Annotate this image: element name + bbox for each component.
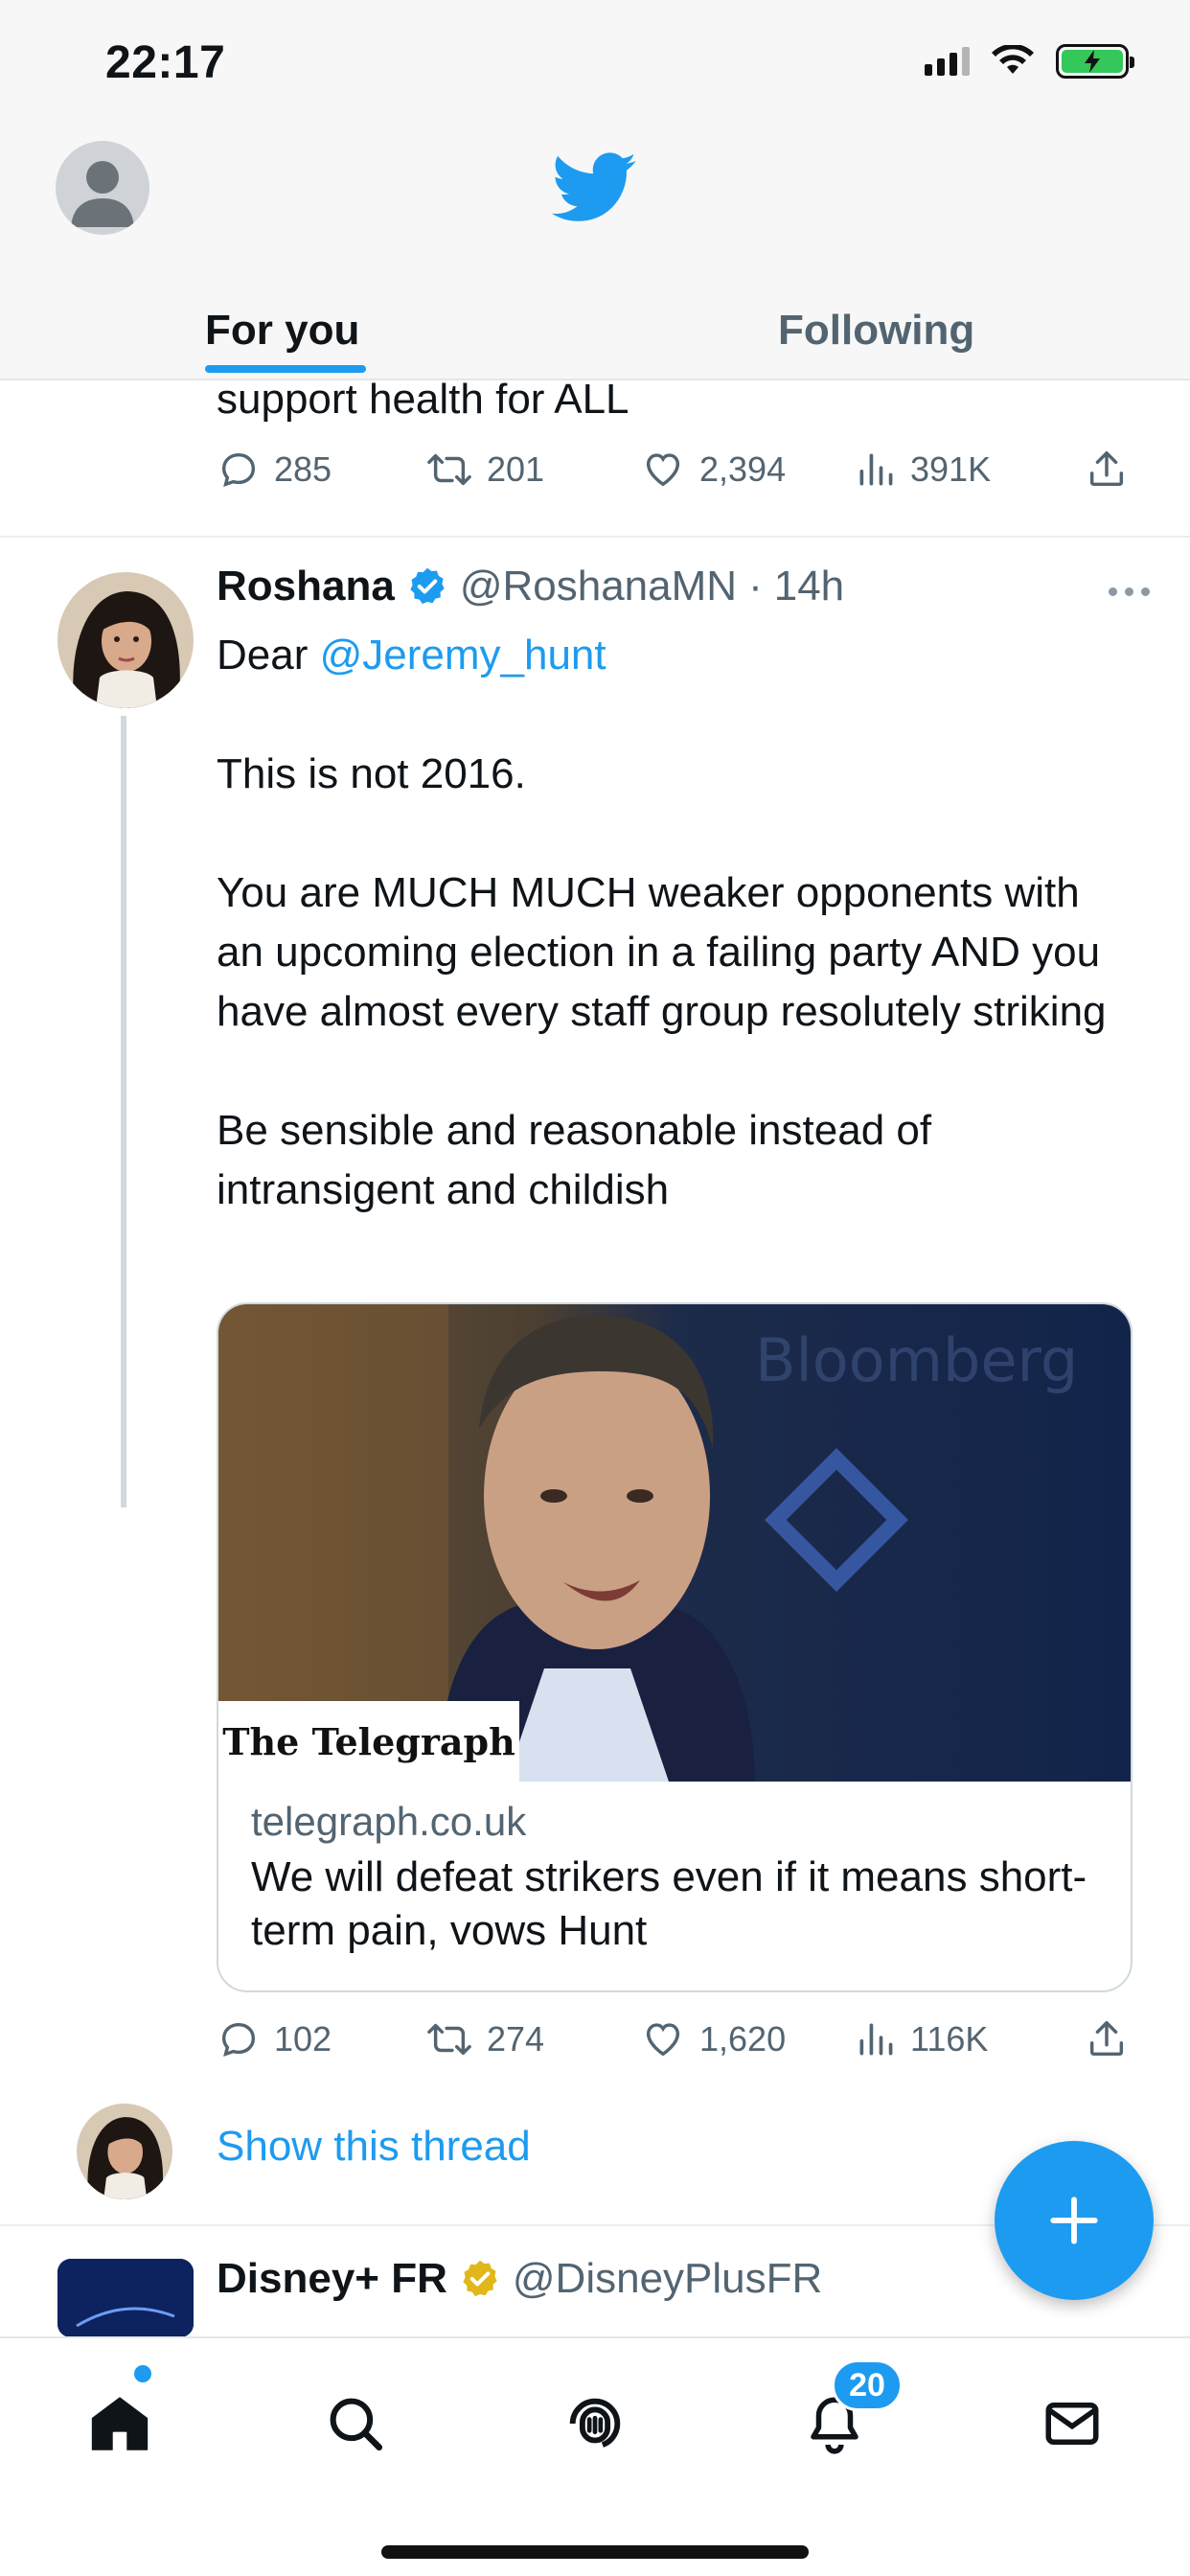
tweet-actions: 102 274 1,620 116K	[217, 2017, 1127, 2075]
tweet-divider	[0, 536, 1190, 538]
compose-tweet-button[interactable]	[995, 2141, 1154, 2300]
thread-connector-line	[121, 716, 126, 1507]
like-count: 2,394	[699, 449, 787, 489]
bottom-tab-bar: 20	[0, 2336, 1190, 2576]
tweet-paragraph: This is not 2016.	[217, 750, 526, 797]
reply-count: 285	[274, 449, 332, 489]
home-icon	[91, 2397, 149, 2450]
default-avatar-icon	[71, 161, 134, 227]
profile-avatar-button[interactable]	[56, 141, 149, 235]
thread-avatar[interactable]	[77, 2104, 172, 2199]
tweet-paragraph: Be sensible and reasonable instead of in…	[217, 1107, 932, 1213]
dot-separator: ·	[748, 563, 763, 610]
share-button[interactable]	[1085, 2017, 1129, 2061]
views-button[interactable]: 116K	[855, 2017, 988, 2061]
battery-icon	[1056, 44, 1134, 79]
mention-link[interactable]: @Jeremy_hunt	[320, 632, 606, 678]
home-header: For you Following	[0, 129, 1190, 380]
share-icon	[1089, 2021, 1124, 2057]
next-tweet-author-handle[interactable]: @DisneyPlusFR	[513, 2255, 822, 2303]
next-tweet-avatar[interactable]	[57, 2259, 194, 2337]
plus-icon	[1050, 2196, 1098, 2244]
timeline-tabs: For you Following	[0, 283, 1190, 379]
like-button[interactable]: 2,394	[640, 448, 786, 492]
like-button[interactable]: 1,620	[640, 2017, 786, 2061]
reply-icon	[221, 2022, 256, 2057]
views-chart-icon	[859, 2023, 893, 2056]
next-tweet-author-name[interactable]: Disney+ FR	[217, 2255, 447, 2303]
tweet-text[interactable]: Dear @Jeremy_hunt This is not 2016. You …	[217, 626, 1136, 1220]
tweet-timestamp[interactable]: 14h	[774, 563, 844, 610]
status-icons	[925, 44, 1134, 79]
retweet-button[interactable]: 201	[425, 448, 544, 492]
card-domain: telegraph.co.uk	[251, 1799, 527, 1844]
home-indicator-bar	[381, 2545, 809, 2559]
svg-text:Bloomberg: Bloomberg	[755, 1325, 1078, 1395]
next-tweet-header: Disney+ FR @DisneyPlusFR	[217, 2255, 822, 2303]
views-chart-icon	[859, 453, 893, 486]
tab-search[interactable]	[312, 2380, 399, 2467]
retweet-icon	[427, 453, 471, 486]
tweet-paragraph: You are MUCH MUCH weaker opponents with …	[217, 869, 1107, 1035]
reply-button[interactable]: 285	[217, 448, 332, 492]
share-icon	[1089, 451, 1124, 487]
tab-following[interactable]: Following	[778, 283, 974, 379]
tweet-header: Roshana @RoshanaMN · 14h	[217, 563, 844, 610]
search-icon	[330, 2398, 383, 2451]
verified-badge-icon	[410, 567, 445, 605]
active-tab-indicator	[205, 365, 366, 373]
tab-messages[interactable]	[1029, 2380, 1115, 2467]
status-time: 22:17	[105, 37, 226, 88]
tweet-author-name[interactable]: Roshana	[217, 563, 395, 610]
wifi-icon	[992, 45, 1034, 74]
retweet-count: 274	[487, 2019, 545, 2058]
cellular-signal-icon	[925, 47, 970, 76]
previous-tweet-actions: 285 201 2,394 391K	[217, 448, 1127, 505]
retweet-count: 201	[487, 449, 545, 489]
spaces-microphone-icon	[569, 2398, 621, 2448]
like-count: 1,620	[699, 2019, 787, 2058]
retweet-icon	[427, 2023, 471, 2056]
status-bar: 22:17	[0, 0, 1190, 129]
link-preview-card[interactable]: Bloomberg The Telegraph telegraph.co.uk …	[217, 1302, 1133, 1992]
views-count: 116K	[910, 2019, 989, 2058]
more-options-icon[interactable]	[1109, 587, 1150, 596]
share-button[interactable]	[1085, 448, 1129, 492]
retweet-button[interactable]: 274	[425, 2017, 544, 2061]
card-headline: We will defeat strikers even if it means…	[251, 1853, 1087, 1954]
tab-spaces[interactable]	[552, 2380, 638, 2467]
views-count: 391K	[910, 449, 992, 489]
tweet-author-handle[interactable]: @RoshanaMN	[460, 563, 737, 610]
heart-icon	[646, 2023, 680, 2057]
show-thread-link[interactable]: Show this thread	[217, 2123, 531, 2171]
envelope-icon	[1045, 2403, 1099, 2445]
reply-button[interactable]: 102	[217, 2017, 332, 2061]
publisher-logo: The Telegraph	[218, 1701, 519, 1782]
tweet-author-avatar[interactable]	[57, 572, 194, 708]
previous-tweet-text[interactable]: support health for ALL	[217, 375, 629, 425]
reply-count: 102	[274, 2019, 332, 2058]
gold-verified-badge-icon	[463, 2260, 497, 2297]
twitter-bird-logo[interactable]	[551, 152, 638, 228]
heart-icon	[646, 453, 680, 487]
views-button[interactable]: 391K	[855, 448, 991, 492]
tab-for-you[interactable]: For you	[205, 283, 359, 379]
tweet-text-prefix: Dear	[217, 632, 320, 678]
reply-icon	[221, 452, 256, 487]
notifications-count-badge: 20	[832, 2359, 903, 2411]
tab-home[interactable]	[77, 2380, 163, 2467]
